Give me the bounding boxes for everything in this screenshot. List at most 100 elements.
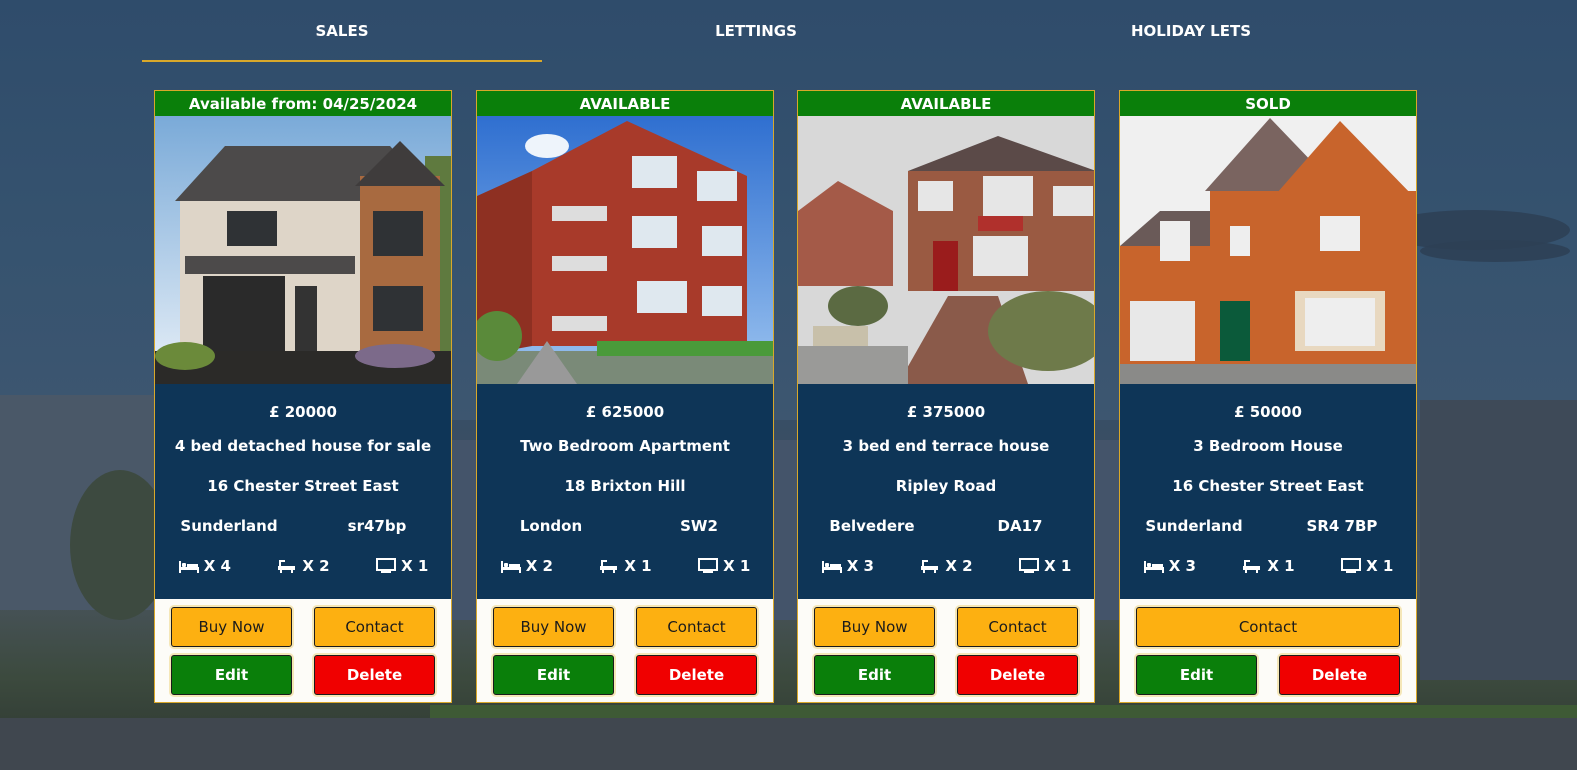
- card-actions: Buy Now Contact Edit Delete: [477, 599, 773, 695]
- property-street: 16 Chester Street East: [207, 477, 399, 495]
- bath-icon: [1243, 560, 1261, 573]
- status-badge: AVAILABLE: [477, 91, 773, 116]
- edit-button[interactable]: Edit: [493, 655, 614, 695]
- property-card: AVAILABLE £ 375000 3 bed end terrace hou…: [797, 90, 1095, 703]
- delete-button[interactable]: Delete: [957, 655, 1078, 695]
- listing-tabs: SALES LETTINGS HOLIDAY LETS: [142, 0, 1412, 62]
- contact-button[interactable]: Contact: [636, 607, 757, 647]
- bathroom-count-label: X 2: [945, 557, 973, 575]
- brick-house-photo[interactable]: [1120, 116, 1416, 384]
- tv-icon: [1341, 558, 1362, 573]
- reception-count: X 1: [1317, 557, 1416, 575]
- delete-button[interactable]: Delete: [314, 655, 435, 695]
- property-postcode: SR4 7BP: [1306, 517, 1378, 535]
- reception-count-label: X 1: [401, 557, 429, 575]
- bathroom-count: X 2: [897, 557, 996, 575]
- tv-icon: [376, 558, 397, 573]
- tab-label: HOLIDAY LETS: [1131, 22, 1251, 40]
- buy-now-button[interactable]: Buy Now: [171, 607, 292, 647]
- edit-button[interactable]: Edit: [1136, 655, 1257, 695]
- reception-count-label: X 1: [1044, 557, 1072, 575]
- bathroom-count-label: X 1: [1267, 557, 1295, 575]
- delete-button[interactable]: Delete: [636, 655, 757, 695]
- reception-count: X 1: [995, 557, 1094, 575]
- property-city: Belvedere: [829, 517, 915, 535]
- property-details: £ 20000 4 bed detached house for sale 16…: [155, 384, 451, 599]
- contact-button[interactable]: Contact: [1136, 607, 1400, 647]
- contact-button[interactable]: Contact: [314, 607, 435, 647]
- buy-now-button[interactable]: Buy Now: [814, 607, 935, 647]
- tab-sales[interactable]: SALES: [142, 0, 542, 62]
- bedroom-count: X 2: [477, 557, 576, 575]
- active-tab-underline: [142, 60, 542, 62]
- property-postcode: SW2: [680, 517, 718, 535]
- property-features: X 3 X 2 X 1: [798, 546, 1094, 586]
- property-title: 3 Bedroom House: [1193, 437, 1343, 455]
- apartment-block-photo[interactable]: [477, 116, 773, 384]
- property-details: £ 50000 3 Bedroom House 16 Chester Stree…: [1120, 384, 1416, 599]
- reception-count: X 1: [674, 557, 773, 575]
- contact-button[interactable]: Contact: [957, 607, 1078, 647]
- end-terrace-house-photo[interactable]: [798, 116, 1094, 384]
- bath-icon: [278, 560, 296, 573]
- property-price: £ 20000: [269, 403, 337, 421]
- bedroom-count-label: X 3: [846, 557, 874, 575]
- tab-label: LETTINGS: [715, 22, 797, 40]
- bedroom-count-label: X 3: [1168, 557, 1196, 575]
- bed-icon: [178, 561, 199, 573]
- bedroom-count-label: X 2: [525, 557, 553, 575]
- reception-count-label: X 1: [723, 557, 751, 575]
- tab-holiday-lets[interactable]: HOLIDAY LETS: [970, 0, 1412, 62]
- property-title: Two Bedroom Apartment: [520, 437, 730, 455]
- bed-icon: [1143, 561, 1164, 573]
- reception-count: X 1: [352, 557, 451, 575]
- bathroom-count: X 1: [1219, 557, 1318, 575]
- property-price: £ 375000: [906, 403, 986, 421]
- property-location: London SW2: [477, 506, 773, 546]
- property-price: £ 625000: [585, 403, 665, 421]
- bed-icon: [500, 561, 521, 573]
- property-location: Belvedere DA17: [798, 506, 1094, 546]
- property-location: Sunderland sr47bp: [155, 506, 451, 546]
- detached-house-photo[interactable]: [155, 116, 451, 384]
- bathroom-count: X 1: [576, 557, 675, 575]
- bedroom-count: X 4: [155, 557, 254, 575]
- tab-label: SALES: [315, 22, 369, 40]
- property-street: 16 Chester Street East: [1172, 477, 1364, 495]
- delete-button[interactable]: Delete: [1279, 655, 1400, 695]
- buy-now-button[interactable]: Buy Now: [493, 607, 614, 647]
- bedroom-count: X 3: [1120, 557, 1219, 575]
- property-details: £ 625000 Two Bedroom Apartment 18 Brixto…: [477, 384, 773, 599]
- tv-icon: [1019, 558, 1040, 573]
- property-title: 3 bed end terrace house: [842, 437, 1050, 455]
- property-price: £ 50000: [1234, 403, 1302, 421]
- property-features: X 2 X 1 X 1: [477, 546, 773, 586]
- bedroom-count: X 3: [798, 557, 897, 575]
- bedroom-count-label: X 4: [203, 557, 231, 575]
- property-card: Available from: 04/25/2024 £ 20000 4 bed…: [154, 90, 452, 703]
- bathroom-count: X 2: [254, 557, 353, 575]
- property-postcode: DA17: [997, 517, 1043, 535]
- property-street: Ripley Road: [895, 477, 997, 495]
- background-cloud: [1420, 240, 1570, 262]
- edit-button[interactable]: Edit: [814, 655, 935, 695]
- property-card: AVAILABLE £ 625000 Two Bedroom Apartment…: [476, 90, 774, 703]
- property-card: SOLD £ 50000 3 Bedroom House 16 Chester …: [1119, 90, 1417, 703]
- status-badge: Available from: 04/25/2024: [155, 91, 451, 116]
- edit-button[interactable]: Edit: [171, 655, 292, 695]
- property-city: Sunderland: [1145, 517, 1243, 535]
- property-city: Sunderland: [180, 517, 278, 535]
- background-road: [0, 718, 1577, 770]
- bath-icon: [921, 560, 939, 573]
- tab-lettings[interactable]: LETTINGS: [542, 0, 970, 62]
- status-badge: AVAILABLE: [798, 91, 1094, 116]
- property-postcode: sr47bp: [347, 517, 407, 535]
- bathroom-count-label: X 1: [624, 557, 652, 575]
- property-city: London: [519, 517, 583, 535]
- bathroom-count-label: X 2: [302, 557, 330, 575]
- bath-icon: [600, 560, 618, 573]
- property-title: 4 bed detached house for sale: [174, 437, 432, 455]
- property-street: 18 Brixton Hill: [564, 477, 686, 495]
- card-actions: Buy Now Contact Edit Delete: [155, 599, 451, 695]
- property-features: X 4 X 2 X 1: [155, 546, 451, 586]
